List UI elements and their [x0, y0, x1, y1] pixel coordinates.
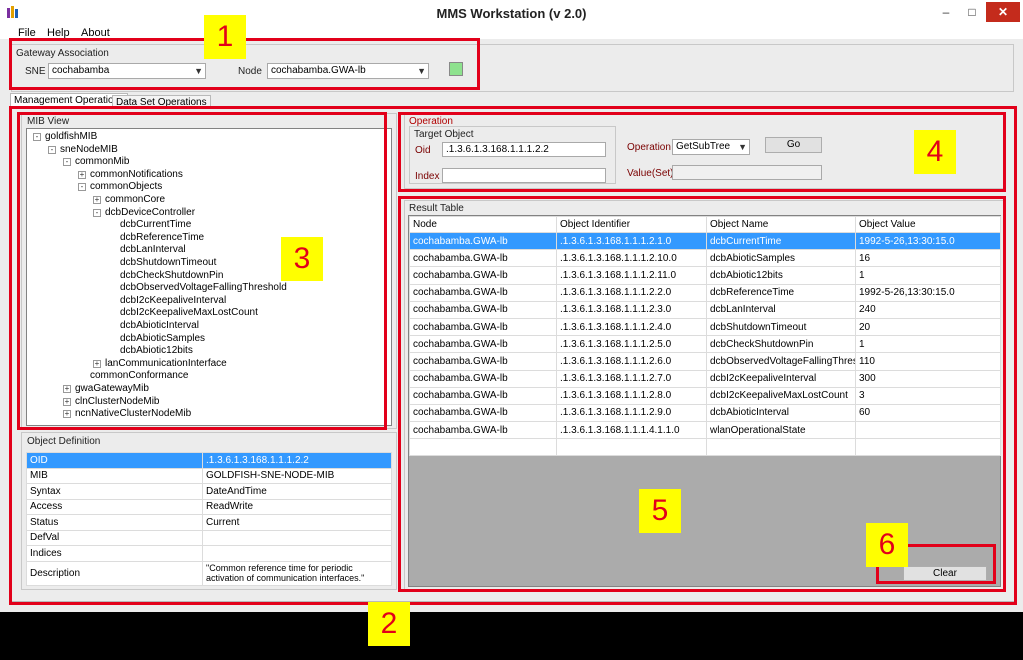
maximize-button[interactable]: □ [960, 2, 984, 22]
annotation-badge-3: 3 [281, 237, 323, 281]
title-bar: MMS Workstation (v 2.0) – □ ✕ [0, 0, 1023, 27]
annotation-box-3 [17, 112, 387, 430]
close-button[interactable]: ✕ [986, 2, 1020, 22]
annotation-badge-6: 6 [866, 523, 908, 567]
annotation-box-5 [398, 196, 1006, 592]
annotation-badge-1: 1 [204, 15, 246, 59]
window-title: MMS Workstation (v 2.0) [436, 6, 587, 21]
annotation-badge-4: 4 [914, 130, 956, 174]
annotation-badge-5: 5 [639, 489, 681, 533]
minimize-button[interactable]: – [934, 2, 958, 22]
tab-management-operations[interactable]: Management Operations [10, 93, 129, 107]
annotation-badge-2: 2 [368, 602, 410, 646]
